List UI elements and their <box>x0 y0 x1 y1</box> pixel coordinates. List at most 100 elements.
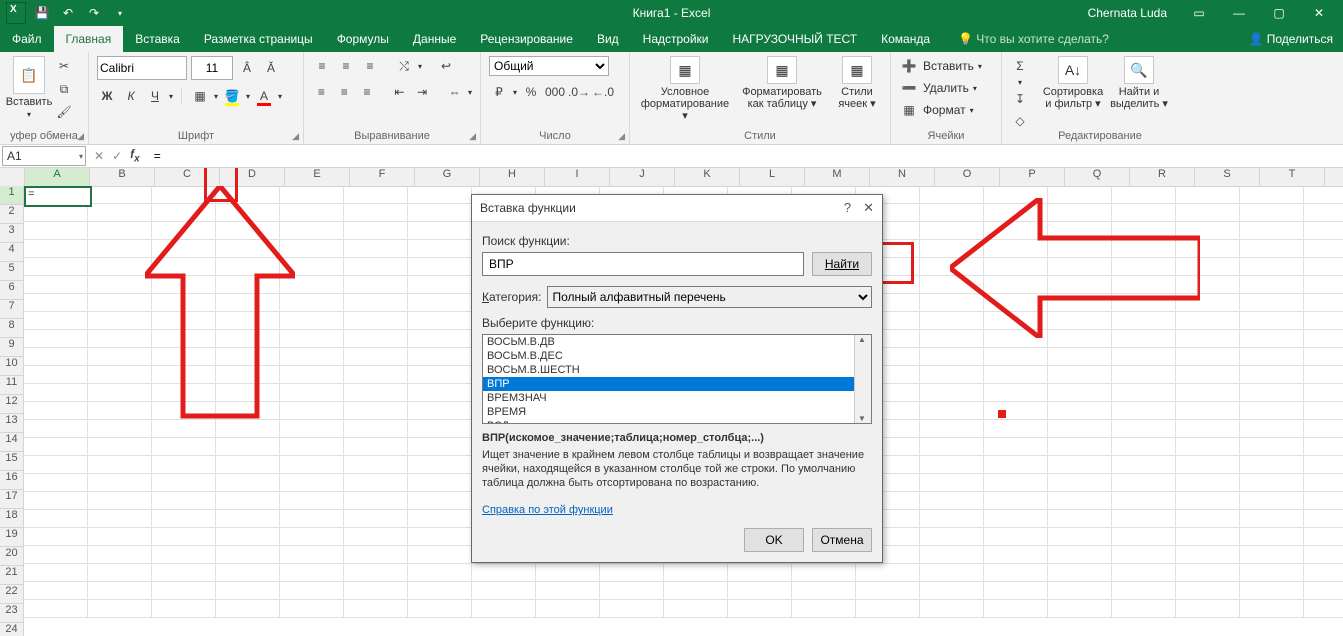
cell[interactable] <box>472 582 536 600</box>
cell[interactable] <box>1112 384 1176 402</box>
cell[interactable] <box>408 312 472 330</box>
cell[interactable] <box>1304 258 1343 276</box>
cell[interactable] <box>984 564 1048 582</box>
format-as-table-button[interactable]: ▦Форматировать как таблицу ▾ <box>736 56 828 110</box>
cell[interactable] <box>536 600 600 618</box>
column-header[interactable]: B <box>90 168 155 187</box>
cell[interactable] <box>152 420 216 438</box>
cell[interactable] <box>408 258 472 276</box>
cell[interactable] <box>216 186 280 204</box>
cell[interactable] <box>1048 276 1112 294</box>
cell[interactable] <box>280 222 344 240</box>
cell[interactable] <box>152 348 216 366</box>
cell[interactable] <box>24 384 88 402</box>
cell[interactable] <box>216 402 280 420</box>
cut-icon[interactable]: ✂ <box>54 56 74 76</box>
cell[interactable] <box>1240 312 1304 330</box>
cell[interactable] <box>984 528 1048 546</box>
cell[interactable] <box>920 600 984 618</box>
cell[interactable] <box>920 258 984 276</box>
row-header[interactable]: 2 <box>0 205 24 224</box>
cell[interactable] <box>1112 546 1176 564</box>
cell[interactable] <box>280 204 344 222</box>
cell[interactable] <box>1304 276 1343 294</box>
cell[interactable] <box>1176 492 1240 510</box>
function-help-link[interactable]: Справка по этой функции <box>482 504 613 516</box>
cell[interactable] <box>1112 402 1176 420</box>
cell[interactable] <box>1176 420 1240 438</box>
cell[interactable] <box>88 240 152 258</box>
cell[interactable] <box>88 186 152 204</box>
cell[interactable] <box>920 564 984 582</box>
cell[interactable] <box>216 258 280 276</box>
cell[interactable] <box>792 564 856 582</box>
cell[interactable] <box>408 564 472 582</box>
cell[interactable] <box>1112 348 1176 366</box>
cell[interactable] <box>984 366 1048 384</box>
cell[interactable] <box>280 258 344 276</box>
cell[interactable] <box>24 348 88 366</box>
cell[interactable] <box>920 528 984 546</box>
cell[interactable] <box>984 492 1048 510</box>
cell[interactable] <box>1240 420 1304 438</box>
percent-format-icon[interactable]: % <box>521 82 541 102</box>
cell[interactable] <box>1176 294 1240 312</box>
cell[interactable] <box>1048 258 1112 276</box>
cell[interactable] <box>88 582 152 600</box>
cell[interactable] <box>920 546 984 564</box>
maximize-icon[interactable]: ▢ <box>1261 6 1297 20</box>
cell[interactable] <box>216 312 280 330</box>
function-option[interactable]: ВПР <box>483 377 863 391</box>
tab-главная[interactable]: Главная <box>54 26 124 52</box>
cell[interactable] <box>1112 312 1176 330</box>
cell[interactable] <box>280 348 344 366</box>
select-all-corner[interactable] <box>0 168 25 187</box>
cell[interactable] <box>1240 492 1304 510</box>
redo-icon[interactable]: ↷ <box>84 3 104 23</box>
cell[interactable] <box>1176 546 1240 564</box>
cell[interactable] <box>152 528 216 546</box>
cell[interactable] <box>984 600 1048 618</box>
cell[interactable] <box>152 492 216 510</box>
cell[interactable] <box>88 276 152 294</box>
cell[interactable] <box>1048 186 1112 204</box>
ok-button[interactable]: OK <box>744 528 804 552</box>
cell[interactable] <box>216 276 280 294</box>
function-list[interactable]: ВОСЬМ.В.ДВВОСЬМ.В.ДЕСВОСЬМ.В.ШЕСТНВПРВРЕ… <box>482 334 872 424</box>
insert-cells-button[interactable]: ➕Вставить ▾ <box>899 56 993 76</box>
cell[interactable] <box>1176 204 1240 222</box>
cell[interactable] <box>1176 258 1240 276</box>
cell[interactable] <box>1112 600 1176 618</box>
cell[interactable] <box>1112 528 1176 546</box>
copy-icon[interactable]: ⧉ <box>54 79 74 99</box>
undo-icon[interactable]: ↶ <box>58 3 78 23</box>
cell[interactable] <box>1048 438 1112 456</box>
cell[interactable] <box>1112 420 1176 438</box>
decrease-decimal-icon[interactable]: ←.0 <box>593 82 613 102</box>
column-header[interactable]: U <box>1325 168 1343 187</box>
active-cell[interactable]: = <box>24 186 92 207</box>
cell[interactable] <box>1112 456 1176 474</box>
cell[interactable] <box>24 240 88 258</box>
cell[interactable] <box>88 402 152 420</box>
cell[interactable] <box>1240 240 1304 258</box>
column-header[interactable]: T <box>1260 168 1325 187</box>
cell[interactable] <box>728 582 792 600</box>
cell[interactable] <box>1176 438 1240 456</box>
cell[interactable] <box>88 492 152 510</box>
conditional-formatting-button[interactable]: ▦Условное форматирование ▾ <box>638 56 732 122</box>
save-icon[interactable]: 💾 <box>32 3 52 23</box>
cell[interactable] <box>216 510 280 528</box>
cell[interactable] <box>408 510 472 528</box>
cell[interactable] <box>920 474 984 492</box>
cell[interactable] <box>792 600 856 618</box>
enter-formula-icon[interactable]: ✓ <box>112 149 122 163</box>
cell[interactable] <box>280 510 344 528</box>
tab-файл[interactable]: Файл <box>0 26 54 52</box>
cell[interactable] <box>984 438 1048 456</box>
cell[interactable] <box>152 456 216 474</box>
cell[interactable] <box>24 564 88 582</box>
cell[interactable] <box>1240 600 1304 618</box>
cell[interactable] <box>344 600 408 618</box>
cell[interactable] <box>24 600 88 618</box>
